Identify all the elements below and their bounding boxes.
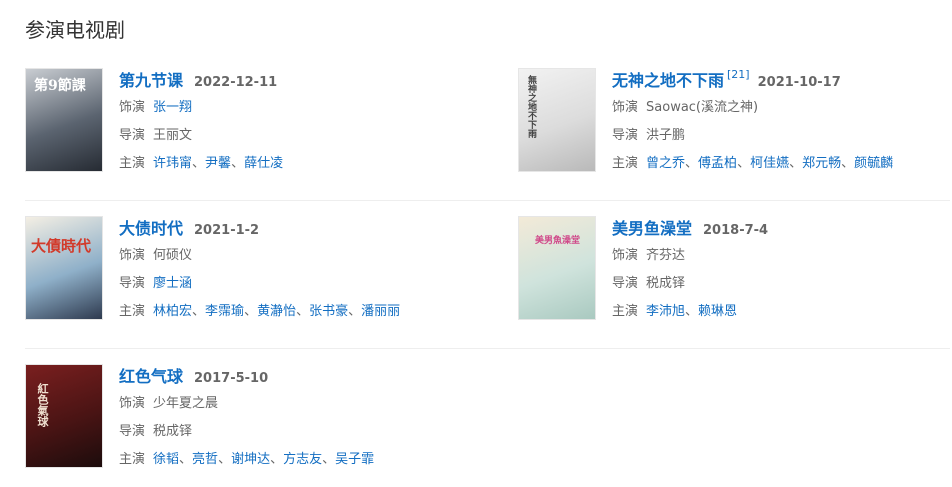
cast-separator: 、 [322, 452, 336, 467]
cast-separator: 、 [270, 452, 284, 467]
cast-list: 徐韬、亮哲、谢坤达、方志友、吴子霏 [153, 452, 374, 467]
cast-separator: 、 [192, 156, 206, 171]
cast-list: 许玮甯、尹馨、薛仕凌 [153, 156, 283, 171]
release-date: 2021-10-17 [757, 75, 841, 90]
director-value: 税成铎 [153, 424, 193, 439]
cast-separator: 、 [296, 304, 310, 319]
cast-member-link[interactable]: 颜毓麟 [854, 156, 893, 171]
release-date: 2017-5-10 [194, 371, 269, 386]
director-label: 导演 [119, 276, 146, 291]
cast-separator: 、 [841, 156, 855, 171]
cast-separator: 、 [192, 304, 206, 319]
cast-member-link[interactable]: 赖琳恩 [698, 304, 737, 319]
cast-member-link[interactable]: 薛仕凌 [244, 156, 283, 171]
drama-poster[interactable]: 紅色氣球 [25, 364, 103, 468]
cast-member-link[interactable]: 张书豪 [309, 304, 348, 319]
cast-separator: 、 [179, 452, 193, 467]
cast-member-link[interactable]: 吴子霏 [335, 452, 374, 467]
drama-poster[interactable]: 無神之地不下雨 [518, 68, 596, 172]
cast-member-link[interactable]: 亮哲 [192, 452, 218, 467]
cast-separator: 、 [685, 156, 699, 171]
cast-list: 林柏宏、李霈瑜、黄瀞怡、张书豪、潘丽丽 [153, 304, 400, 319]
cast-member-link[interactable]: 许玮甯 [153, 156, 192, 171]
director-label: 导演 [612, 128, 639, 143]
cast-member-link[interactable]: 林柏宏 [153, 304, 192, 319]
director-value[interactable]: 廖士涵 [153, 276, 192, 291]
role-value[interactable]: 张一翔 [153, 100, 192, 115]
role-value: Saowac(溪流之神) [646, 100, 759, 115]
role-value: 少年夏之晨 [153, 396, 219, 411]
cast-member-link[interactable]: 郑元畅 [802, 156, 841, 171]
role-label: 饰演 [119, 396, 146, 411]
cast-label: 主演 [119, 304, 146, 319]
drama-card: 美男魚澡堂 美男鱼澡堂 2018-7-4 饰演 齐芬达 导演 税成铎 主演 李沛旭、赖琳… [518, 216, 938, 331]
cast-separator: 、 [231, 156, 245, 171]
cast-member-link[interactable]: 柯佳嬿 [750, 156, 789, 171]
director-label: 导演 [612, 276, 639, 291]
poster-title-text: 第9節課 [34, 78, 86, 94]
drama-card: 紅色氣球 红色气球 2017-5-10 饰演 少年夏之晨 导演 税成铎 主演 徐韬、亮哲… [25, 364, 445, 479]
cast-separator: 、 [244, 304, 258, 319]
cast-member-link[interactable]: 李沛旭 [646, 304, 685, 319]
director-value: 洪子鹏 [646, 128, 686, 143]
role-label: 饰演 [612, 248, 639, 263]
drama-title[interactable]: 无神之地不下雨 [612, 71, 724, 90]
release-date: 2018-7-4 [703, 223, 769, 238]
section-title: 参演电视剧 [25, 18, 125, 42]
reference-link[interactable]: [21] [727, 68, 750, 81]
cast-member-link[interactable]: 傅孟柏 [698, 156, 737, 171]
role-value: 何硕仪 [153, 248, 193, 263]
cast-label: 主演 [612, 304, 639, 319]
cast-member-link[interactable]: 谢坤达 [231, 452, 270, 467]
role-value: 齐芬达 [646, 248, 686, 263]
role-label: 饰演 [119, 248, 146, 263]
drama-title[interactable]: 美男鱼澡堂 [612, 219, 692, 238]
drama-poster[interactable]: 大債時代 [25, 216, 103, 320]
poster-title-text: 紅色氣球 [36, 383, 49, 427]
drama-title[interactable]: 大债时代 [119, 219, 183, 238]
poster-title-text: 美男魚澡堂 [535, 236, 581, 246]
cast-member-link[interactable]: 李霈瑜 [205, 304, 244, 319]
cast-separator: 、 [789, 156, 803, 171]
poster-title-text: 無神之地不下雨 [526, 75, 536, 138]
cast-label: 主演 [119, 156, 146, 171]
drama-card: 大債時代 大债时代 2021-1-2 饰演 何硕仪 导演 廖士涵 主演 林柏宏、李霈瑜、… [25, 216, 445, 331]
poster-title-text: 大債時代 [31, 237, 92, 255]
drama-card: 無神之地不下雨 无神之地不下雨 [21] 2021-10-17 饰演 Saowac(溪… [518, 68, 938, 183]
release-date: 2021-1-2 [194, 223, 260, 238]
cast-separator: 、 [685, 304, 699, 319]
drama-title[interactable]: 第九节课 [119, 71, 183, 90]
cast-list: 曾之乔、傅孟柏、柯佳嬿、郑元畅、颜毓麟 [646, 156, 893, 171]
cast-member-link[interactable]: 潘丽丽 [361, 304, 400, 319]
cast-list: 李沛旭、赖琳恩 [646, 304, 737, 319]
cast-label: 主演 [119, 452, 146, 467]
cast-separator: 、 [737, 156, 751, 171]
drama-poster[interactable]: 美男魚澡堂 [518, 216, 596, 320]
row-divider [25, 348, 950, 349]
drama-card: 第9節課 第九节课 2022-12-11 饰演 张一翔 导演 王丽文 主演 许玮甯、尹馨… [25, 68, 445, 183]
cast-member-link[interactable]: 方志友 [283, 452, 322, 467]
director-label: 导演 [119, 128, 146, 143]
director-value: 税成铎 [646, 276, 686, 291]
cast-member-link[interactable]: 黄瀞怡 [257, 304, 296, 319]
cast-member-link[interactable]: 曾之乔 [646, 156, 685, 171]
cast-separator: 、 [348, 304, 362, 319]
row-divider [25, 200, 950, 201]
drama-title[interactable]: 红色气球 [119, 367, 183, 386]
director-value: 王丽文 [153, 128, 193, 143]
cast-label: 主演 [612, 156, 639, 171]
drama-poster[interactable]: 第9節課 [25, 68, 103, 172]
director-label: 导演 [119, 424, 146, 439]
cast-separator: 、 [218, 452, 232, 467]
role-label: 饰演 [119, 100, 146, 115]
cast-member-link[interactable]: 徐韬 [153, 452, 179, 467]
cast-member-link[interactable]: 尹馨 [205, 156, 231, 171]
release-date: 2022-12-11 [194, 75, 278, 90]
role-label: 饰演 [612, 100, 639, 115]
